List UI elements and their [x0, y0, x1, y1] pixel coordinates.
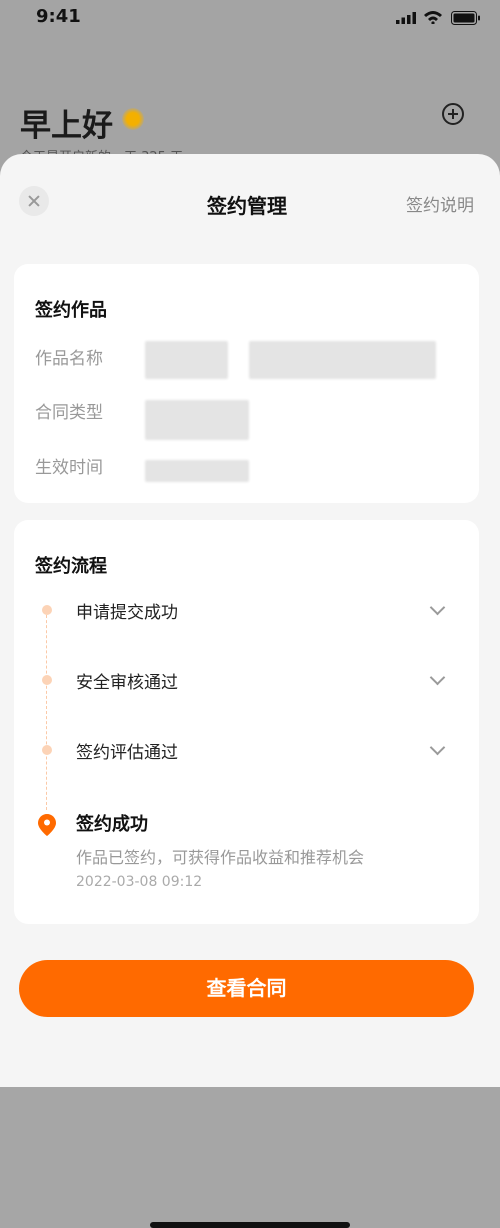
success-description: 作品已签约，可获得作品收益和推荐机会	[76, 848, 365, 867]
battery-icon	[451, 11, 480, 25]
sun-icon	[122, 108, 144, 130]
step-success: 签约成功	[76, 814, 148, 835]
timeline-dot	[42, 605, 52, 615]
step-security-review[interactable]: 安全审核通过	[76, 668, 178, 693]
greeting-title: 早上好	[20, 108, 113, 144]
chevron-down-icon[interactable]	[429, 739, 446, 756]
field-label-type: 合同类型	[35, 403, 103, 423]
view-contract-button[interactable]: 查看合同	[19, 960, 474, 1017]
field-label-title: 作品名称	[35, 349, 103, 369]
plus-circle-icon[interactable]	[442, 103, 464, 125]
process-heading: 签约流程	[35, 556, 107, 577]
chevron-down-icon[interactable]	[429, 599, 446, 616]
redacted-value	[249, 341, 436, 379]
signal-icon	[396, 12, 416, 24]
redacted-value	[145, 400, 249, 440]
timeline-dot	[42, 745, 52, 755]
chevron-down-icon[interactable]	[429, 669, 446, 686]
status-time: 9:41	[36, 6, 81, 27]
help-link[interactable]: 签约说明	[406, 191, 474, 216]
step-evaluation[interactable]: 签约评估通过	[76, 738, 178, 763]
success-timestamp: 2022-03-08 09:12	[76, 874, 203, 890]
redacted-value	[145, 341, 228, 379]
timeline-line	[46, 610, 47, 810]
wifi-icon	[424, 11, 442, 24]
step-submitted[interactable]: 申请提交成功	[76, 598, 178, 623]
works-heading: 签约作品	[35, 300, 107, 321]
location-pin-icon	[38, 814, 56, 836]
timeline-dot	[42, 675, 52, 685]
process-card: 签约流程 申请提交成功 安全审核通过 签约评估通过 签约成功 作品已签约，可获得…	[14, 520, 479, 924]
contract-sheet: 签约管理 签约说明 签约作品 作品名称 合同类型 生效时间 签约流程 申请提交成…	[0, 154, 500, 1228]
works-card: 签约作品 作品名称 合同类型 生效时间	[14, 264, 479, 503]
status-bar: 9:41	[0, 0, 500, 40]
redacted-value	[145, 460, 249, 482]
home-indicator[interactable]	[150, 1222, 350, 1228]
field-label-date: 生效时间	[35, 458, 103, 478]
